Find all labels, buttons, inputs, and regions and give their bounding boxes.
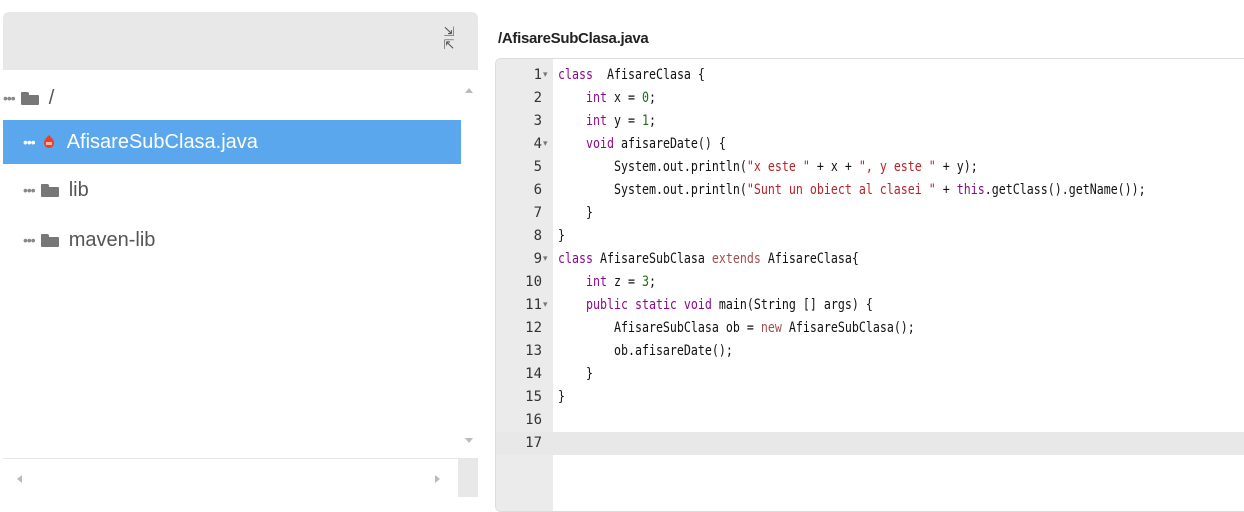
code-editor-panel: /AfisareSubClasa.java 1 ▾ class AfisareCla… <box>482 0 1244 512</box>
line-number: 17 <box>525 435 542 451</box>
code-text: int x = 0; <box>585 90 656 106</box>
code-line[interactable]: 5 System.out.println("x este " + x + ", … <box>496 156 1244 179</box>
code-text: System.out.println("Sunt un obiect al cl… <box>558 182 1146 198</box>
tree-item-lib[interactable]: ••• lib <box>3 168 461 212</box>
line-number: 6 <box>533 182 542 198</box>
code-line[interactable]: 14 } <box>496 363 1244 386</box>
tree-item-label: maven-lib <box>68 228 156 251</box>
code-line[interactable]: 11 ▾ public static void main(String [] ar… <box>496 294 1244 317</box>
fold-toggle-icon[interactable]: ▾ <box>543 248 553 271</box>
line-number: 2 <box>533 90 542 106</box>
tree-item-root[interactable]: ••• / <box>3 76 461 120</box>
code-editor[interactable]: 1 ▾ class AfisareClasa {2 int x = 0; 3 int … <box>495 58 1244 512</box>
line-number: 4 <box>533 136 542 152</box>
tree-item-maven-lib[interactable]: ••• maven-lib <box>3 218 461 262</box>
tree-connector-dots: ••• <box>23 232 36 248</box>
file-tree-panel: ⇲ ⇱ ••• / ••• AfisareSubClasa.java ••• li… <box>0 0 480 512</box>
code-line[interactable]: 13 ob.afisareDate(); <box>496 340 1244 363</box>
line-number: 15 <box>525 389 542 405</box>
tree-item-afisaresubclasa-java[interactable]: ••• AfisareSubClasa.java <box>3 120 461 164</box>
folder-icon <box>20 91 39 105</box>
collapse-panel-icon[interactable]: ⇲ ⇱ <box>440 26 458 56</box>
fold-toggle-icon[interactable]: ▾ <box>543 294 553 317</box>
code-line[interactable]: 12 AfisareSubClasa ob = new AfisareSubCl… <box>496 317 1244 340</box>
code-text: class AfisareClasa { <box>558 67 705 83</box>
line-number: 3 <box>533 113 542 129</box>
line-number: 13 <box>525 343 542 359</box>
folder-icon <box>40 183 59 197</box>
line-number: 12 <box>525 320 542 336</box>
code-text: void afisareDate() { <box>585 136 726 152</box>
code-line[interactable]: 15} <box>496 386 1244 409</box>
code-line[interactable]: 1 ▾ class AfisareClasa { <box>496 64 1244 87</box>
line-number: 9 <box>533 251 542 267</box>
code-text: } <box>558 205 593 221</box>
fold-toggle-icon[interactable]: ▾ <box>543 64 553 87</box>
tree-item-label: AfisareSubClasa.java <box>66 130 258 153</box>
code-line[interactable]: 8} <box>496 225 1244 248</box>
scroll-down-icon[interactable] <box>465 438 473 443</box>
code-text: class AfisareSubClasa extends AfisareCla… <box>558 251 859 267</box>
line-number: 11 <box>525 297 542 313</box>
tree-connector-dots: ••• <box>23 182 36 198</box>
scroll-up-icon[interactable] <box>465 88 473 93</box>
file-path-title: /AfisareSubClasa.java <box>498 30 649 47</box>
tree-connector-dots: ••• <box>23 134 36 150</box>
code-text: AfisareSubClasa ob = new AfisareSubClasa… <box>558 320 915 336</box>
code-text: ob.afisareDate(); <box>558 343 733 359</box>
code-line[interactable]: 10 int z = 3; <box>496 271 1244 294</box>
code-text: } <box>558 366 593 382</box>
code-line[interactable]: 17 <box>496 432 1244 455</box>
file-tree-list: ••• / ••• AfisareSubClasa.java ••• lib •… <box>3 70 461 455</box>
code-text: } <box>558 228 566 244</box>
tree-item-label: / <box>48 86 55 109</box>
file-tree-horizontal-scrollbar[interactable] <box>3 458 478 497</box>
code-text: } <box>558 389 566 405</box>
line-number: 8 <box>533 228 542 244</box>
java-file-icon <box>43 135 54 148</box>
line-number: 7 <box>533 205 542 221</box>
code-text: System.out.println("x este " + x + ", y … <box>558 159 978 175</box>
code-text: int z = 3; <box>585 274 656 290</box>
scrollbar-corner <box>458 459 478 497</box>
code-line[interactable]: 7 } <box>496 202 1244 225</box>
code-line[interactable]: 2 int x = 0; <box>496 87 1244 110</box>
code-text: int y = 1; <box>585 113 656 129</box>
file-tree-header: ⇲ ⇱ <box>3 12 478 70</box>
line-number: 10 <box>525 274 542 290</box>
line-number: 14 <box>525 366 542 382</box>
scroll-right-icon[interactable] <box>435 475 440 483</box>
folder-icon <box>40 233 59 247</box>
code-line[interactable]: 9 ▾ class AfisareSubClasa extends AfisareC… <box>496 248 1244 271</box>
tree-item-label: lib <box>68 178 89 201</box>
code-line[interactable]: 3 int y = 1; <box>496 110 1244 133</box>
tree-connector-dots: ••• <box>3 90 16 106</box>
code-line[interactable]: 16 <box>496 409 1244 432</box>
line-number: 1 <box>533 67 542 83</box>
fold-toggle-icon[interactable]: ▾ <box>543 133 553 156</box>
code-text: public static void main(String [] args) … <box>585 297 873 313</box>
code-line[interactable]: 6 System.out.println("Sunt un obiect al … <box>496 179 1244 202</box>
scroll-left-icon[interactable] <box>17 475 22 483</box>
line-number: 16 <box>525 412 542 428</box>
line-number: 5 <box>533 159 542 175</box>
code-line[interactable]: 4 ▾ void afisareDate() { <box>496 133 1244 156</box>
file-tree-vertical-scrollbar[interactable] <box>461 70 478 455</box>
